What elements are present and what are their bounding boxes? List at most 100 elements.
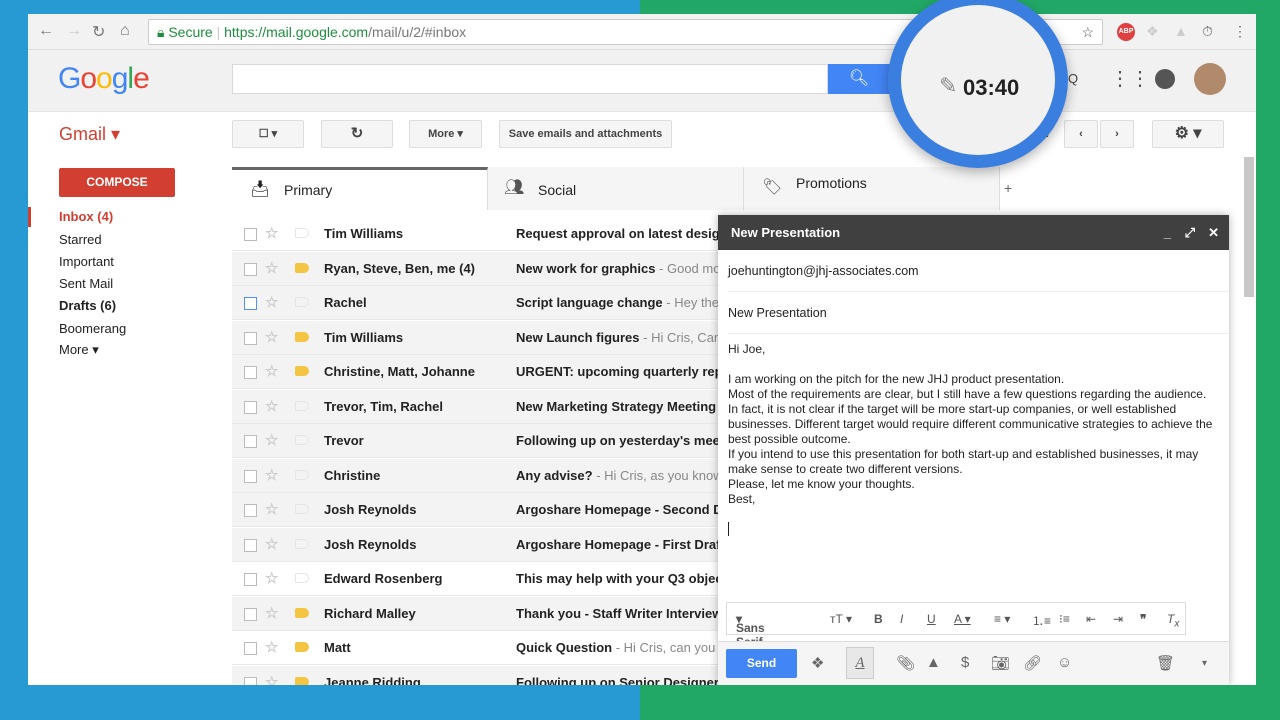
forward-icon[interactable]: → <box>66 22 82 40</box>
important-marker-icon[interactable] <box>295 504 309 514</box>
row-checkbox[interactable] <box>244 400 257 414</box>
account-switcher[interactable]: Q <box>1068 71 1078 86</box>
expand-icon[interactable]: ⤢ <box>1185 215 1195 250</box>
font-select[interactable]: Sans Serif ▾ <box>736 612 765 649</box>
minimize-icon[interactable]: _ <box>1164 215 1171 250</box>
bookmark-star-icon[interactable]: ☆ <box>1081 20 1094 44</box>
tab-primary[interactable]: 📥︎ Primary <box>232 167 488 210</box>
row-checkbox[interactable] <box>244 262 257 276</box>
reload-icon[interactable]: ↻ <box>92 22 105 42</box>
drive-icon[interactable]: ▲ <box>926 654 941 671</box>
email-row[interactable]: ☆ Tim Williams Request approval on lates… <box>232 217 732 251</box>
star-icon[interactable]: ☆ <box>265 466 278 484</box>
important-marker-icon[interactable] <box>295 435 309 445</box>
notifications-icon[interactable] <box>1155 69 1175 89</box>
email-row[interactable]: ☆ Richard Malley Thank you - Staff Write… <box>232 596 732 631</box>
star-icon[interactable]: ☆ <box>265 638 278 656</box>
menu-icon[interactable]: ⋮ <box>1233 23 1247 40</box>
avatar[interactable] <box>1194 63 1226 95</box>
remove-formatting-icon[interactable]: Tx <box>1167 612 1179 629</box>
important-marker-icon[interactable] <box>295 469 309 480</box>
sidebar-item-sent[interactable]: Sent Mail <box>59 276 113 291</box>
next-page-button[interactable]: › <box>1100 120 1134 148</box>
tab-social[interactable]: 👥︎ Social <box>488 167 744 210</box>
dropbox-icon[interactable]: ❖ <box>811 654 824 672</box>
scrollbar[interactable] <box>1244 157 1254 297</box>
underline-icon[interactable]: U <box>927 612 936 626</box>
more-button[interactable]: More ▾ <box>409 120 482 148</box>
prev-page-button[interactable]: ‹ <box>1064 120 1098 148</box>
sidebar-item-starred[interactable]: Starred <box>59 232 102 247</box>
row-checkbox[interactable] <box>244 228 257 241</box>
sidebar-item-important[interactable]: Important <box>59 254 114 269</box>
email-row[interactable]: ☆ Josh Reynolds Argoshare Homepage - Sec… <box>232 493 732 527</box>
home-icon[interactable]: ⌂ <box>120 22 130 40</box>
important-marker-icon[interactable] <box>295 538 309 549</box>
star-icon[interactable]: ☆ <box>265 569 278 587</box>
formatting-options-icon[interactable]: A <box>846 647 874 679</box>
important-marker-icon[interactable] <box>295 331 309 342</box>
money-icon[interactable]: $ <box>961 654 969 671</box>
star-icon[interactable]: ☆ <box>265 673 278 686</box>
quote-icon[interactable]: ❞ <box>1140 612 1146 626</box>
row-checkbox[interactable] <box>244 504 257 517</box>
sidebar-item-boomerang[interactable]: Boomerang <box>59 321 126 336</box>
trash-icon[interactable]: 🗑︎ <box>1156 654 1175 672</box>
row-checkbox[interactable] <box>244 607 257 621</box>
row-checkbox[interactable] <box>244 366 257 379</box>
important-marker-icon[interactable] <box>295 642 309 652</box>
important-marker-icon[interactable] <box>295 676 309 685</box>
star-icon[interactable]: ☆ <box>265 500 278 518</box>
sidebar-item-inbox[interactable]: Inbox (4) <box>59 209 113 224</box>
indent-more-icon[interactable]: ⇥ <box>1113 612 1123 626</box>
drive-icon[interactable]: ▲ <box>1174 23 1188 39</box>
star-icon[interactable]: ☆ <box>265 397 278 415</box>
close-icon[interactable]: ✕ <box>1208 215 1219 250</box>
row-checkbox[interactable] <box>244 642 257 655</box>
gmail-menu[interactable]: Gmail ▾ <box>59 124 120 145</box>
email-row[interactable]: ☆ Trevor Following up on yesterday's mee… <box>232 424 732 458</box>
sidebar-item-drafts[interactable]: Drafts (6) <box>59 298 116 313</box>
email-row[interactable]: ☆ Jeanne Ridding Following up on Senior … <box>232 665 732 686</box>
important-marker-icon[interactable] <box>295 400 309 411</box>
compose-header[interactable]: New Presentation _ ⤢ ✕ <box>718 215 1229 250</box>
settings-button[interactable]: ⚙ ▾ <box>1152 120 1224 148</box>
star-icon[interactable]: ☆ <box>265 362 278 380</box>
timer-icon[interactable]: ⏱ <box>1202 23 1213 40</box>
star-icon[interactable]: ☆ <box>265 604 278 622</box>
email-row[interactable]: ☆ Christine Any advise? - Hi Cris, as yo… <box>232 458 732 493</box>
row-checkbox[interactable] <box>244 469 257 483</box>
search-button[interactable]: 🔍︎ <box>828 64 890 94</box>
email-row[interactable]: ☆ Edward Rosenberg This may help with yo… <box>232 562 732 596</box>
message-body[interactable]: Hi Joe, I am working on the pitch for th… <box>718 334 1229 544</box>
row-checkbox[interactable] <box>244 331 257 345</box>
indent-less-icon[interactable]: ⇤ <box>1086 612 1096 626</box>
emoji-icon[interactable]: ☺ <box>1057 654 1072 671</box>
email-row[interactable]: ☆ Christine, Matt, Johanne URGENT: upcom… <box>232 355 732 389</box>
text-color-icon[interactable]: A ▾ <box>954 612 971 626</box>
align-icon[interactable]: ≡ ▾ <box>994 612 1010 626</box>
star-icon[interactable]: ☆ <box>265 535 278 553</box>
row-checkbox[interactable] <box>244 297 257 310</box>
add-tab-button[interactable]: + <box>1000 167 1018 210</box>
apps-grid-icon[interactable]: ⋮⋮ <box>1110 66 1150 91</box>
back-icon[interactable]: ← <box>38 22 54 40</box>
star-icon[interactable]: ☆ <box>265 224 278 242</box>
bold-icon[interactable]: B <box>874 612 883 626</box>
subject-field[interactable]: New Presentation <box>728 292 1229 334</box>
email-row[interactable]: ☆ Josh Reynolds Argoshare Homepage - Fir… <box>232 527 732 562</box>
email-row[interactable]: ☆ Matt Quick Question - Hi Cris, can you <box>232 631 732 665</box>
attach-icon[interactable]: 📎︎ <box>896 654 915 672</box>
email-row[interactable]: ☆ Rachel Script language change - Hey th… <box>232 286 732 320</box>
text-size-icon[interactable]: тT ▾ <box>830 612 852 626</box>
send-button[interactable]: Send <box>726 649 797 678</box>
row-checkbox[interactable] <box>244 676 257 685</box>
row-checkbox[interactable] <box>244 538 257 552</box>
important-marker-icon[interactable] <box>295 262 309 273</box>
photo-icon[interactable]: 📷︎ <box>991 654 1010 672</box>
numbered-list-icon[interactable]: ⒈≡ <box>1032 612 1051 629</box>
italic-icon[interactable]: I <box>900 612 903 626</box>
star-icon[interactable]: ☆ <box>265 328 278 346</box>
more-options-icon[interactable]: ▾ <box>1202 658 1207 669</box>
link-icon[interactable]: 🔗︎ <box>1023 654 1042 672</box>
